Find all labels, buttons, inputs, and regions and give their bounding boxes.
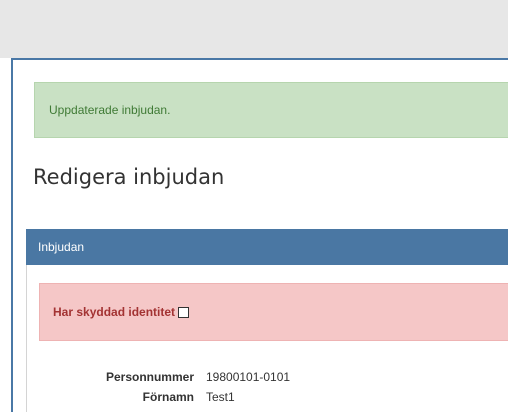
- personnummer-label: Personnummer: [105, 370, 194, 384]
- protected-identity-label: Har skyddad identitet: [53, 305, 176, 319]
- browser-top-bar: [0, 0, 508, 58]
- field-row-fornamn: Förnamn Test1: [40, 389, 235, 405]
- success-alert-text: Uppdaterade inbjudan.: [49, 103, 171, 117]
- fornamn-label: Förnamn: [142, 390, 194, 404]
- page-title: Redigera inbjudan: [33, 165, 225, 189]
- protected-identity-checkbox[interactable]: [178, 306, 190, 318]
- panel-heading-label: Inbjudan: [38, 240, 85, 254]
- panel-heading: Inbjudan: [26, 229, 508, 265]
- fornamn-value: Test1: [206, 390, 235, 404]
- protected-identity-alert: Har skyddad identitet: [39, 283, 508, 341]
- success-alert: Uppdaterade inbjudan.: [34, 82, 508, 138]
- personnummer-value: 19800101-0101: [206, 370, 291, 384]
- field-row-personnummer: Personnummer 19800101-0101: [40, 369, 290, 385]
